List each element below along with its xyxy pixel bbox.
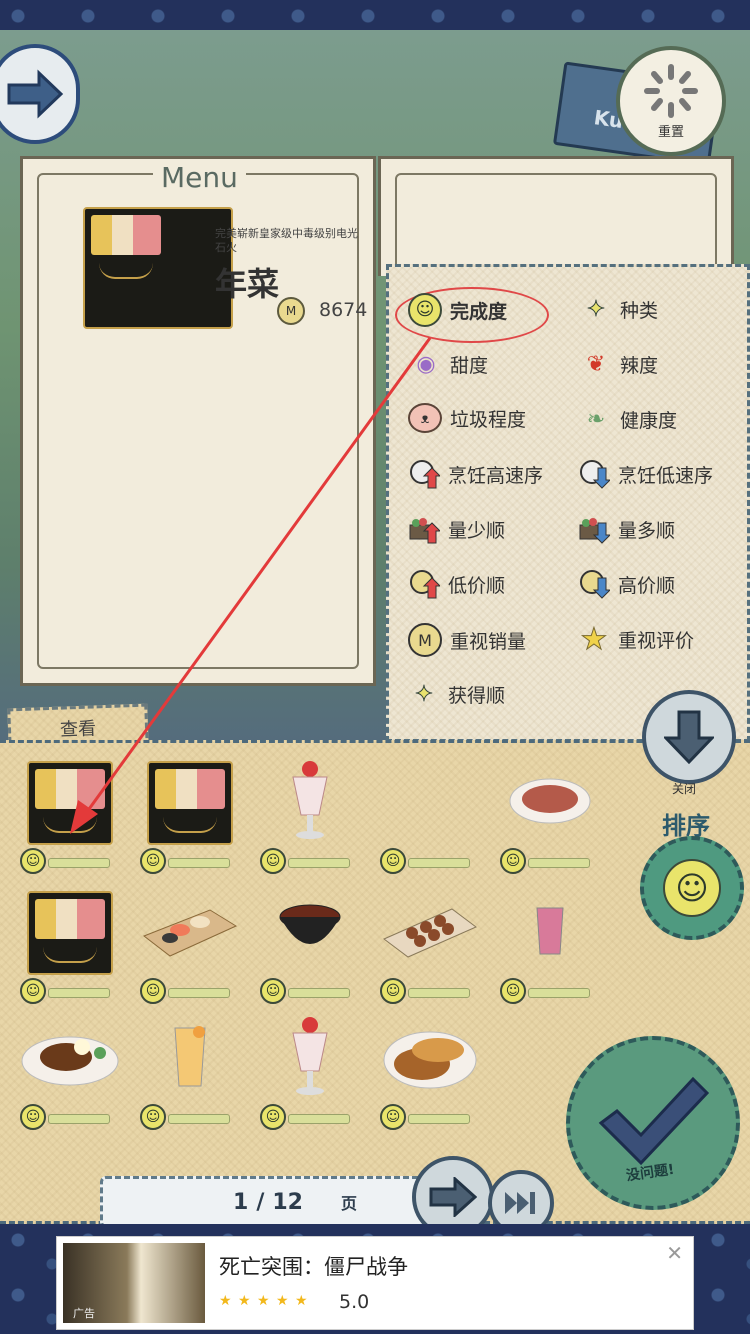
close-icon[interactable]: ✕	[666, 1241, 683, 1265]
ad-banner[interactable]: 广告 死亡突围：僵尸战争 ★ ★ ★ ★ ★ 5.0 ✕	[56, 1236, 694, 1330]
ad-label: 广告	[73, 1307, 95, 1320]
ad-thumbnail: 广告	[63, 1243, 205, 1323]
annotation-arrow	[70, 337, 432, 834]
ad-title: 死亡突围：僵尸战争	[219, 1255, 408, 1279]
rating-stars-icon: ★ ★ ★ ★ ★	[219, 1293, 309, 1309]
ad-rating: 5.0	[339, 1291, 370, 1313]
